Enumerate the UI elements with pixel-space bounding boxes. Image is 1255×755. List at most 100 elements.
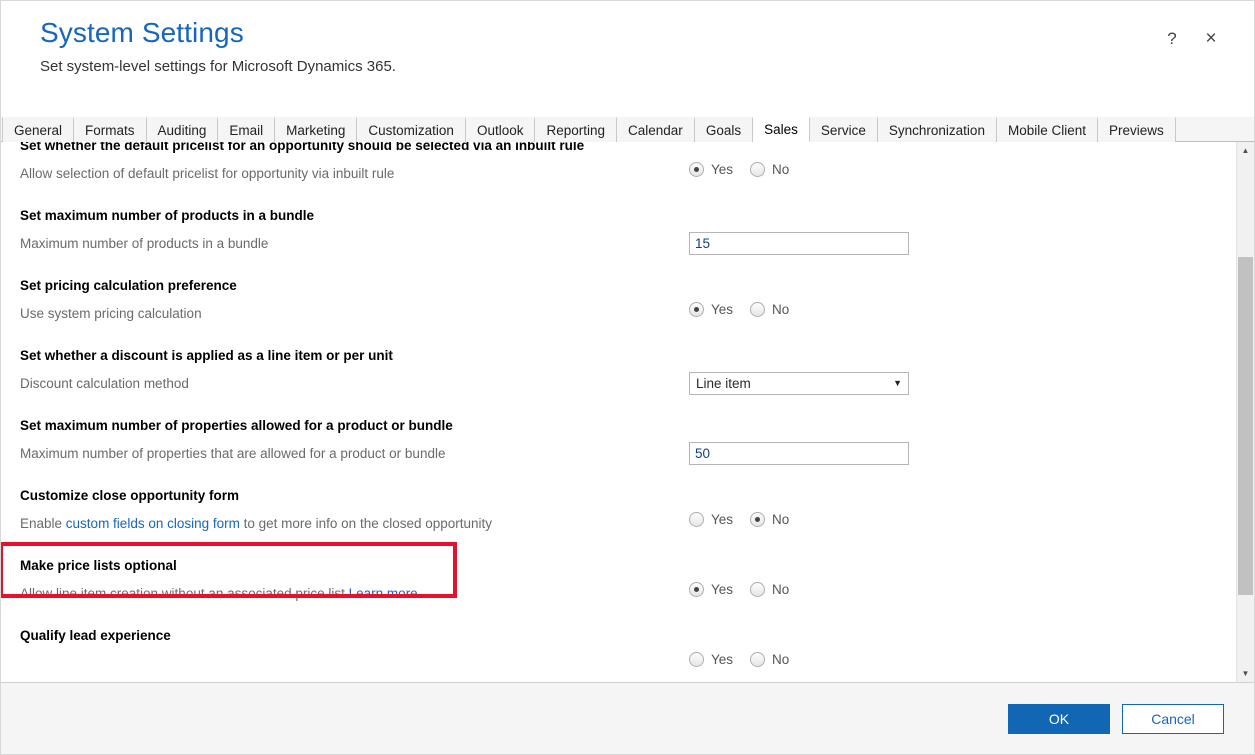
description-text-after: to get more info on the closed opportuni…: [239, 516, 493, 531]
radio-button-icon[interactable]: [689, 512, 704, 527]
close-icon[interactable]: ×: [1200, 27, 1222, 49]
radio-option-no[interactable]: No: [750, 512, 789, 527]
radio-button-icon[interactable]: [750, 582, 766, 597]
setting-row: Qualify lead experience Yes No: [1, 614, 1236, 682]
radio-option-yes[interactable]: Yes: [689, 302, 733, 317]
help-icon[interactable]: ?: [1161, 27, 1183, 49]
radio-button-icon[interactable]: [689, 162, 704, 177]
setting-description: Enable custom fields on closing form to …: [20, 514, 689, 533]
setting-text: Set maximum number of products in a bund…: [20, 194, 689, 253]
tab-service[interactable]: Service: [809, 117, 878, 142]
radio-button-icon[interactable]: [750, 302, 766, 317]
setting-title: Set maximum number of products in a bund…: [20, 208, 315, 223]
cancel-button[interactable]: Cancel: [1122, 703, 1224, 734]
content-area: Set whether the default pricelist for an…: [1, 142, 1254, 683]
radio-button-icon[interactable]: [750, 162, 766, 177]
description-text: Maximum number of properties that are al…: [20, 446, 446, 461]
setting-description: Maximum number of properties that are al…: [20, 444, 689, 463]
yes-no-radio-group: Yes No: [689, 302, 1236, 317]
tab-general[interactable]: General: [2, 117, 75, 142]
radio-label: No: [772, 302, 790, 317]
tab-calendar[interactable]: Calendar: [617, 117, 695, 142]
description-text: Allow line item creation without an asso…: [20, 586, 349, 601]
yes-no-radio-group: Yes No: [689, 512, 1236, 527]
setting-text: Set whether a discount is applied as a l…: [20, 334, 689, 393]
description-text: Maximum number of products in a bundle: [20, 236, 269, 251]
tab-marketing[interactable]: Marketing: [275, 117, 358, 142]
setting-row: Set maximum number of properties allowed…: [1, 404, 1236, 474]
radio-label: No: [772, 512, 790, 527]
description-link[interactable]: Learn more: [349, 586, 418, 601]
setting-control: Yes No: [689, 474, 1236, 527]
setting-control: Line item ▼: [689, 334, 1236, 395]
description-text: Allow selection of default pricelist for…: [20, 166, 395, 181]
radio-label: Yes: [711, 652, 734, 667]
radio-button-icon[interactable]: [689, 302, 704, 317]
setting-row: Set whether a discount is applied as a l…: [1, 334, 1236, 404]
dialog-footer: OK Cancel: [1, 683, 1254, 754]
setting-row: Customize close opportunity form Enable c…: [1, 474, 1236, 544]
setting-description: Discount calculation method: [20, 374, 689, 393]
number-input[interactable]: [689, 232, 909, 255]
setting-control: Yes No: [689, 142, 1236, 177]
radio-label: No: [772, 652, 790, 667]
vertical-scrollbar[interactable]: ▲ ▼: [1236, 142, 1254, 682]
setting-control: Yes No: [689, 544, 1236, 597]
tab-mobile-client[interactable]: Mobile Client: [996, 117, 1098, 142]
setting-title: Set whether a discount is applied as a l…: [20, 348, 393, 363]
yes-no-radio-group: Yes No: [689, 652, 1236, 667]
tab-previews[interactable]: Previews: [1098, 117, 1176, 142]
setting-text: Set whether the default pricelist for an…: [20, 142, 689, 183]
tab-auditing[interactable]: Auditing: [146, 117, 219, 142]
description-text: Discount calculation method: [20, 376, 189, 391]
radio-button-icon[interactable]: [750, 652, 766, 667]
setting-title: Set maximum number of properties allowed…: [20, 418, 453, 433]
radio-option-no[interactable]: No: [750, 162, 789, 177]
scroll-up-arrow[interactable]: ▲: [1237, 142, 1254, 159]
setting-title: Set whether the default pricelist for an…: [20, 142, 585, 153]
radio-option-yes[interactable]: Yes: [689, 162, 733, 177]
radio-option-no[interactable]: No: [750, 582, 789, 597]
tab-email[interactable]: Email: [218, 117, 276, 142]
radio-button-icon[interactable]: [689, 652, 704, 667]
setting-row: Set whether the default pricelist for an…: [1, 142, 1236, 194]
setting-title: Make price lists optional: [20, 558, 177, 573]
setting-title: Customize close opportunity form: [20, 488, 240, 503]
setting-text: Set pricing calculation preference Use sy…: [20, 264, 689, 323]
yes-no-radio-group: Yes No: [689, 162, 1236, 177]
description-link[interactable]: custom fields on closing form: [66, 516, 240, 531]
tab-synchronization[interactable]: Synchronization: [877, 117, 997, 142]
setting-description: Maximum number of products in a bundle: [20, 234, 689, 253]
setting-description: Allow line item creation without an asso…: [20, 584, 689, 603]
tab-formats[interactable]: Formats: [74, 117, 147, 142]
scrollbar-track[interactable]: [1237, 159, 1254, 665]
setting-title: Set pricing calculation preference: [20, 278, 237, 293]
setting-description: Use system pricing calculation: [20, 304, 689, 323]
tab-sales[interactable]: Sales: [753, 117, 810, 142]
setting-text: Customize close opportunity form Enable c…: [20, 474, 689, 533]
radio-option-yes[interactable]: Yes: [689, 652, 733, 667]
radio-option-no[interactable]: No: [750, 652, 789, 667]
radio-label: Yes: [711, 162, 734, 177]
number-input[interactable]: [689, 442, 909, 465]
tab-outlook[interactable]: Outlook: [465, 117, 536, 142]
radio-option-yes[interactable]: Yes: [689, 512, 733, 527]
dialog-header: System Settings Set system-level setting…: [1, 1, 1254, 117]
radio-button-icon[interactable]: [689, 582, 704, 597]
setting-text: Make price lists optional Allow line item…: [20, 544, 689, 603]
description-text: Enable: [20, 516, 66, 531]
radio-label: Yes: [711, 512, 734, 527]
radio-option-yes[interactable]: Yes: [689, 582, 733, 597]
chevron-down-icon[interactable]: ▼: [893, 379, 902, 388]
setting-title: Qualify lead experience: [20, 628, 171, 643]
scrollbar-thumb[interactable]: [1238, 257, 1253, 595]
tab-goals[interactable]: Goals: [694, 117, 754, 142]
tab-customization[interactable]: Customization: [357, 117, 466, 142]
scroll-down-arrow[interactable]: ▼: [1237, 665, 1254, 682]
tab-reporting[interactable]: Reporting: [535, 117, 618, 142]
radio-button-icon[interactable]: [750, 512, 766, 527]
select-dropdown[interactable]: Line item ▼: [689, 372, 909, 395]
radio-option-no[interactable]: No: [750, 302, 789, 317]
ok-button[interactable]: OK: [1008, 703, 1110, 734]
setting-control: [689, 194, 1236, 255]
